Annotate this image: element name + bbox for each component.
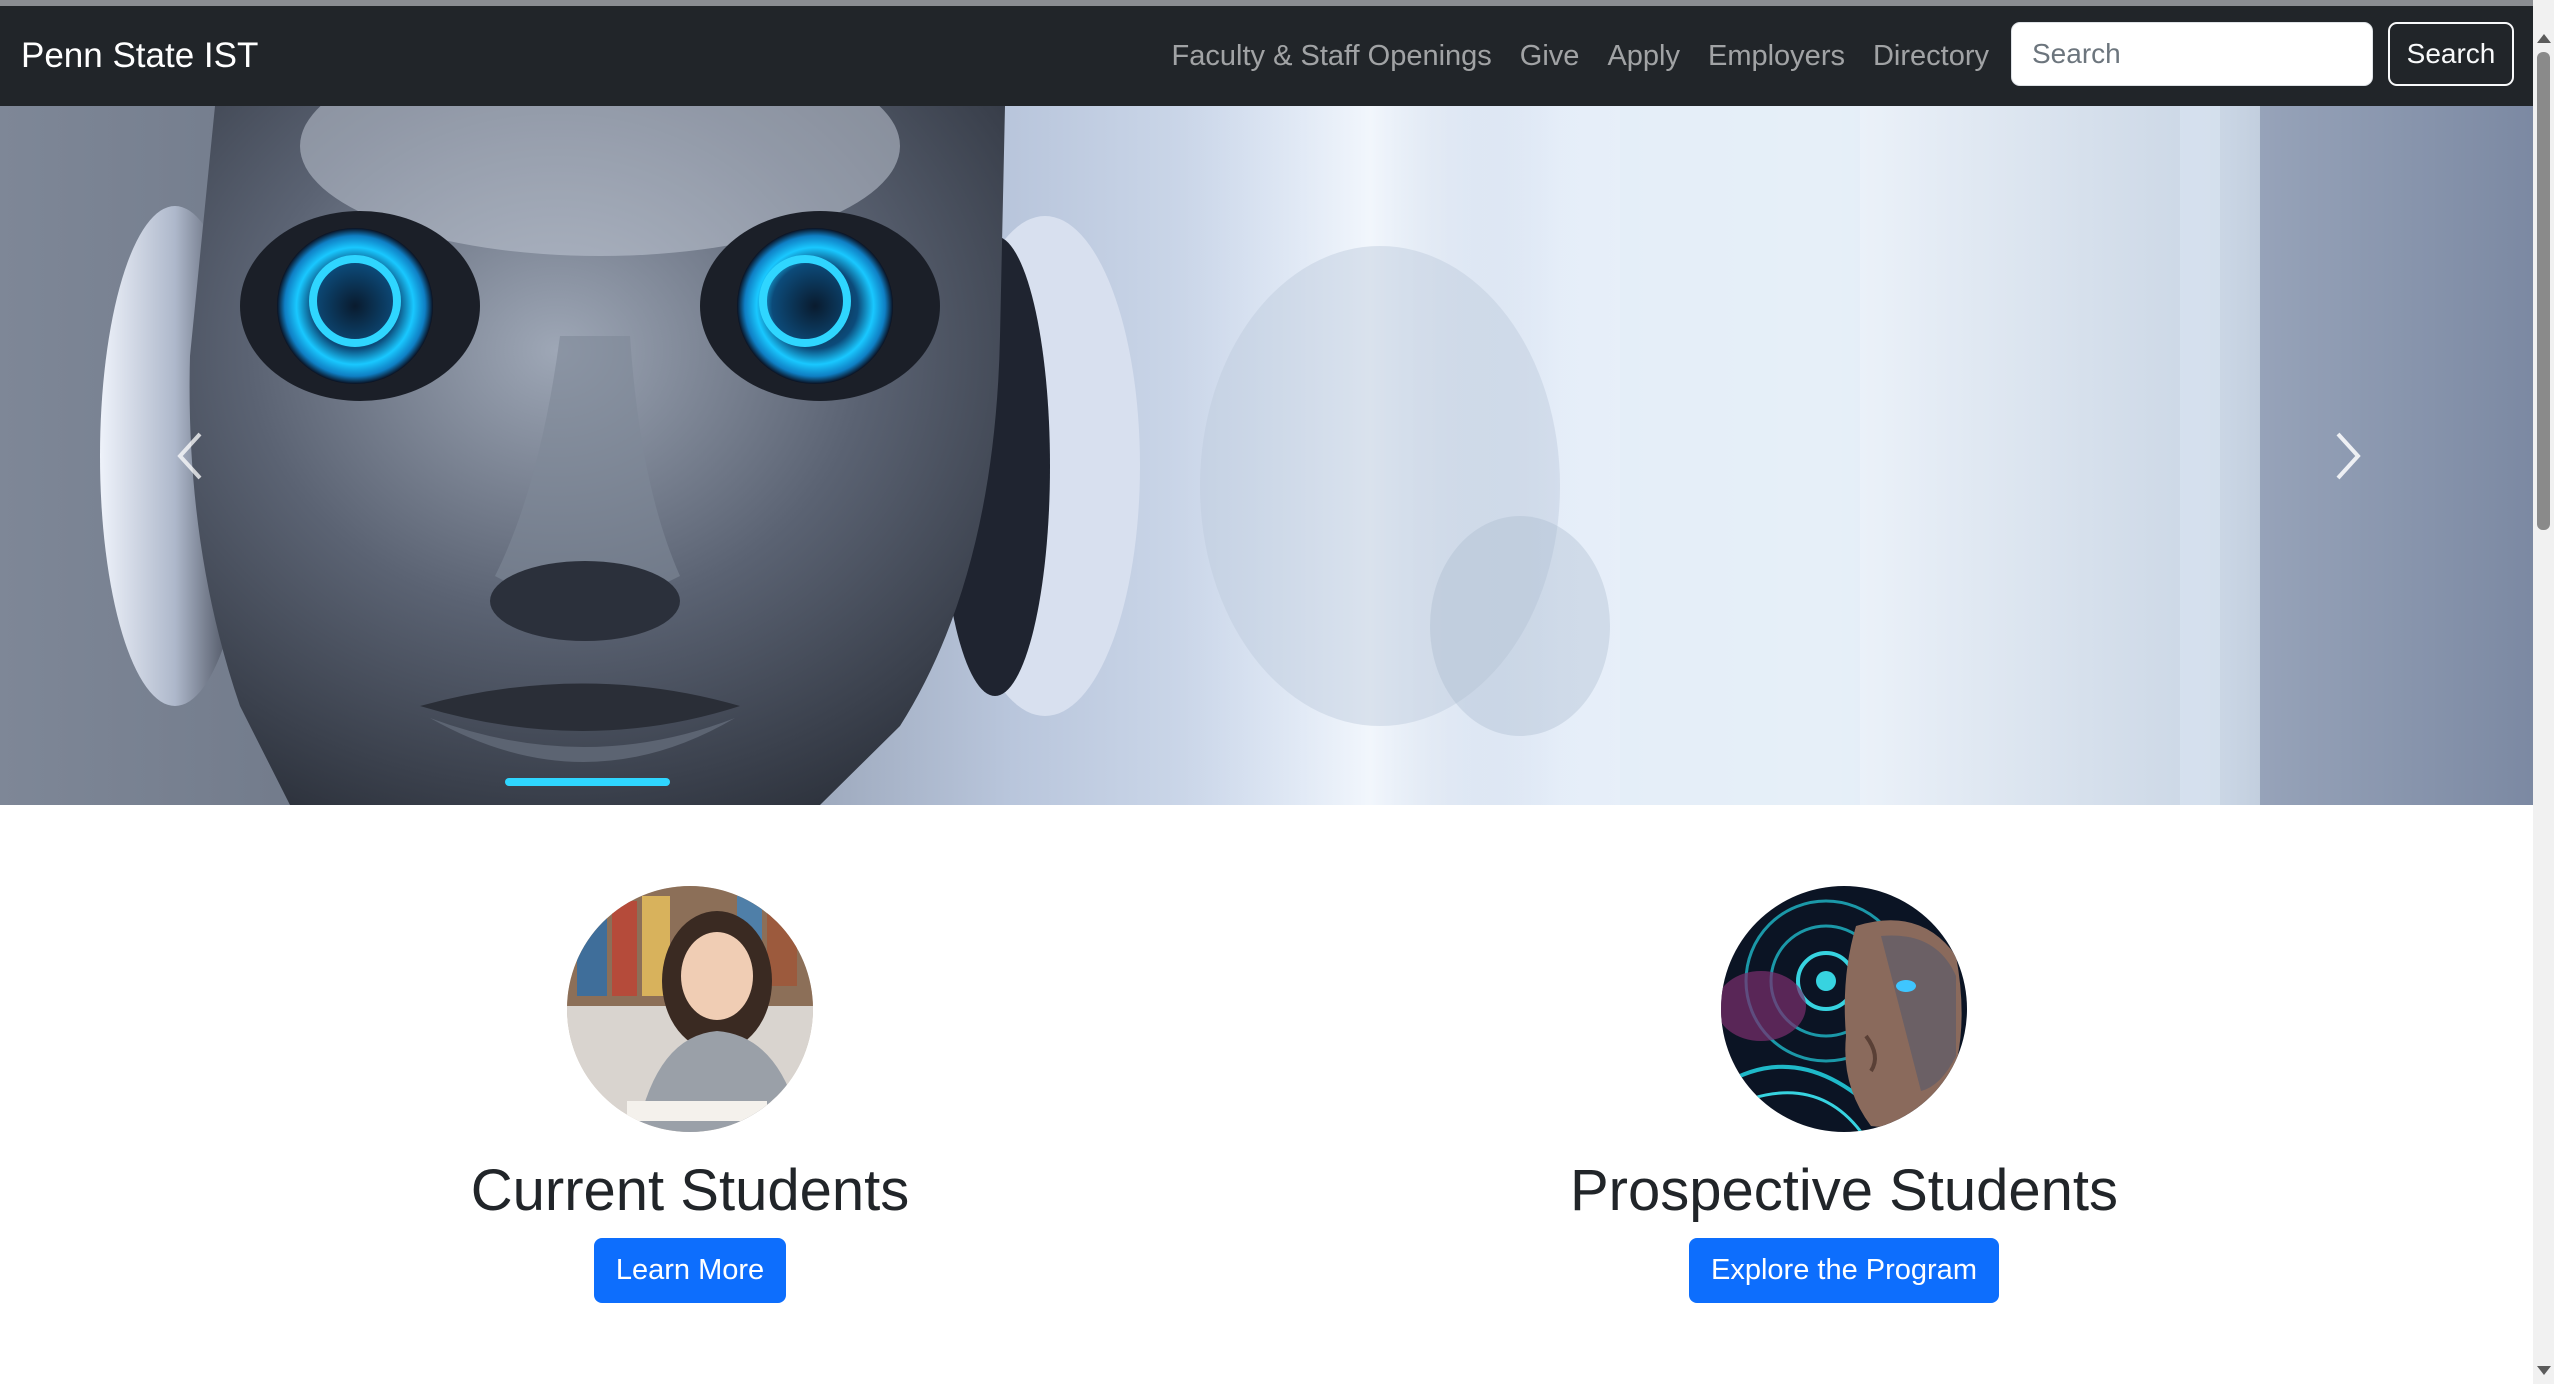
nav-link-employers[interactable]: Employers [1694,40,1859,73]
nav-link-give[interactable]: Give [1506,40,1594,73]
current-students-heading: Current Students [470,1158,910,1223]
hero-carousel [0,106,2533,805]
navbar: Penn State IST Faculty & Staff Openings … [0,6,2533,106]
nav-links: Faculty & Staff Openings Give Apply Empl… [1158,6,2003,106]
vertical-scrollbar[interactable] [2533,0,2554,1384]
nav-link-directory[interactable]: Directory [1859,40,2003,73]
brand-link[interactable]: Penn State IST [21,6,258,106]
search-input[interactable] [2011,22,2373,86]
nav-link-faculty-staff-openings[interactable]: Faculty & Staff Openings [1158,40,1506,73]
learn-more-button[interactable]: Learn More [593,1238,787,1303]
carousel-prev-button[interactable] [70,106,310,805]
scrollbar-thumb[interactable] [2537,52,2550,530]
scroll-up-arrow-icon[interactable] [2537,34,2551,43]
student-photo [567,886,813,1132]
prospective-students-heading: Prospective Students [1569,1158,2119,1223]
chevron-right-icon [2336,432,2361,479]
carousel-next-button[interactable] [2228,106,2468,805]
robot-face-image [100,106,2533,805]
search-button[interactable]: Search [2388,22,2514,86]
chevron-left-icon [177,432,202,479]
scroll-down-arrow-icon[interactable] [2537,1366,2551,1375]
nav-link-apply[interactable]: Apply [1593,40,1694,73]
prospective-students-section: Prospective Students Explore the Program [1444,886,2244,1303]
explore-program-button[interactable]: Explore the Program [1689,1238,1999,1303]
current-students-section: Current Students Learn More [290,886,1090,1303]
page: Penn State IST Faculty & Staff Openings … [0,0,2533,1384]
cyborg-photo [1721,886,1967,1132]
